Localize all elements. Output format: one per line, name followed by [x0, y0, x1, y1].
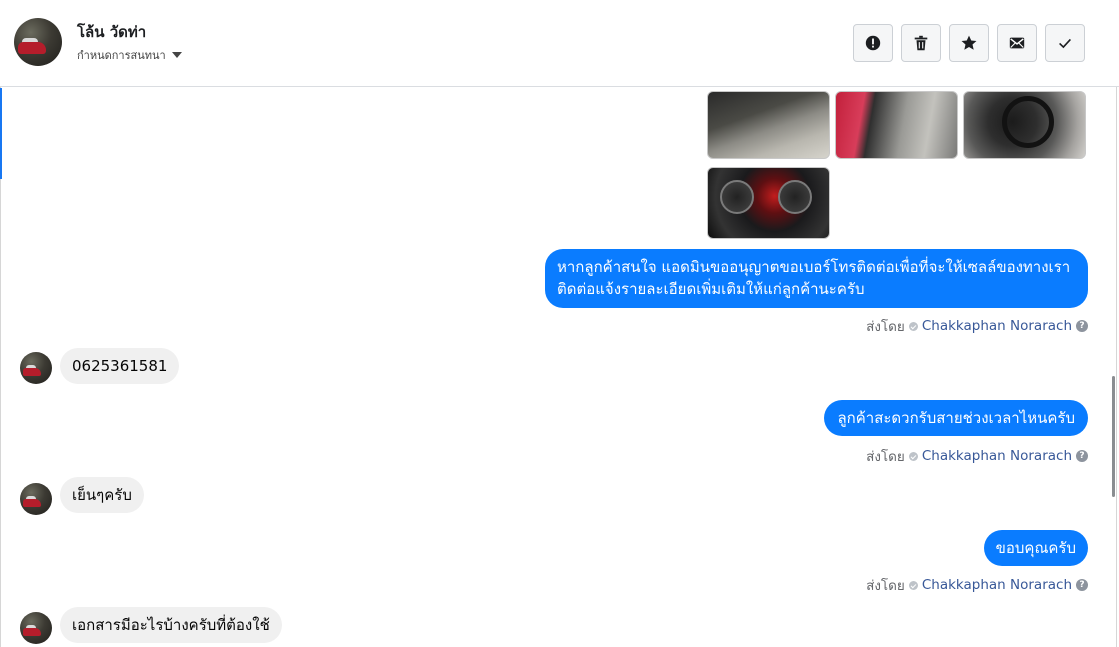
mark-unread-button[interactable] [997, 24, 1037, 62]
star-button[interactable] [949, 24, 989, 62]
incoming-message[interactable]: เอกสารมีอะไรบ้างครับที่ต้องใช้ [60, 607, 282, 643]
verified-icon [908, 580, 918, 590]
help-icon[interactable]: ? [1076, 320, 1088, 332]
agent-name[interactable]: Chakkaphan Norarach [922, 318, 1072, 334]
contact-avatar-small[interactable] [20, 612, 52, 644]
contact-name[interactable]: โล้น วัดท่า [77, 20, 146, 44]
delete-button[interactable] [901, 24, 941, 62]
verified-icon [908, 451, 918, 461]
contact-avatar-small[interactable] [20, 352, 52, 384]
sent-by-info: ส่งโดย Chakkaphan Norarach ? [866, 315, 1088, 337]
attachment-photo-seats[interactable] [835, 91, 958, 159]
star-icon [961, 35, 977, 50]
agent-name[interactable]: Chakkaphan Norarach [922, 577, 1072, 593]
message-line: หากลูกค้าสนใจ แอดมินขออนุญาตขอเบอร์โทรติ… [557, 258, 1071, 276]
incoming-message[interactable]: 0625361581 [60, 348, 180, 384]
report-button[interactable] [853, 24, 893, 62]
sent-by-label: ส่งโดย [866, 449, 905, 465]
caret-down-icon [171, 52, 182, 58]
help-icon[interactable]: ? [1076, 579, 1088, 591]
help-icon[interactable]: ? [1076, 450, 1088, 462]
sent-by-info: ส่งโดย Chakkaphan Norarach ? [866, 574, 1088, 596]
conversation-schedule-label: กำหนดการสนทนา [77, 49, 166, 62]
conversation-schedule-dropdown[interactable]: กำหนดการสนทนา [77, 46, 182, 64]
envelope-icon [1009, 37, 1025, 49]
outgoing-message[interactable]: ขอบคุณครับ [983, 530, 1088, 566]
checkmark-icon [1059, 38, 1071, 49]
conversation-header: โล้น วัดท่า กำหนดการสนทนา [0, 0, 1119, 87]
agent-name[interactable]: Chakkaphan Norarach [922, 448, 1072, 464]
attachment-photo-interior[interactable] [707, 91, 830, 159]
trash-icon [914, 35, 928, 51]
message-line: ติดต่อแจ้งรายละเอียดเพิ่มเติมให้แก่ลูกค้… [557, 280, 865, 298]
contact-avatar-small[interactable] [20, 483, 52, 515]
scrollbar-thumb[interactable] [1112, 376, 1115, 497]
contact-avatar[interactable] [14, 18, 62, 66]
verified-icon [908, 321, 918, 331]
attachment-photo-steering-wheel[interactable] [963, 91, 1086, 159]
sent-by-label: ส่งโดย [866, 578, 905, 594]
outgoing-message[interactable]: หากลูกค้าสนใจ แอดมินขออนุญาตขอเบอร์โทรติ… [545, 249, 1088, 308]
active-indicator [0, 88, 2, 179]
sent-by-label: ส่งโดย [866, 319, 905, 335]
sent-by-info: ส่งโดย Chakkaphan Norarach ? [866, 445, 1088, 467]
incoming-message[interactable]: เย็นๆครับ [60, 477, 144, 513]
mark-done-button[interactable] [1045, 24, 1085, 62]
outgoing-message[interactable]: ลูกค้าสะดวกรับสายช่วงเวลาไหนครับ [824, 400, 1088, 436]
alert-icon [865, 35, 881, 51]
attachment-photo-dashboard[interactable] [707, 167, 830, 239]
